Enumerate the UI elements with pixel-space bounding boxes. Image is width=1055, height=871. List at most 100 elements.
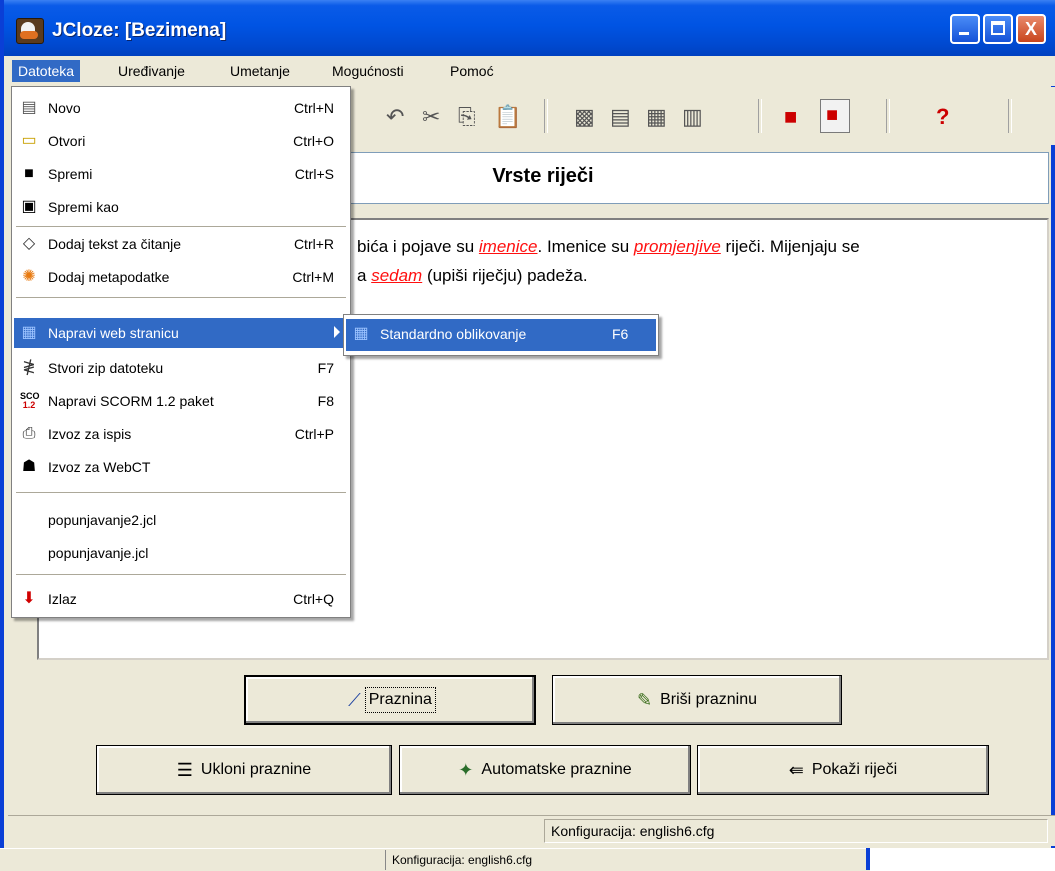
add-text-icon[interactable]: ▩ [574,105,595,129]
toolbar-separator [544,99,548,133]
save-as-icon: ▣ [21,198,37,215]
auto-gaps-button[interactable]: ✦ Automatske praznine [399,745,691,795]
menu-item-spremi-kao[interactable]: ▣ Spremi kao [14,192,348,222]
menu-item-label: Napravi SCORM 1.2 paket [48,393,214,409]
toolbar-separator [758,99,762,133]
save-disk-icon: ■ [24,165,34,182]
menu-item-label: Izvoz za ispis [48,426,132,442]
menu-separator [16,226,346,227]
config-button[interactable]: ■ [820,99,850,133]
web-page-icon[interactable]: ▦ [646,105,667,129]
background-status-bar: Konfiguracija: english6.cfg [0,848,870,871]
paste-icon[interactable]: 📋 [494,105,521,129]
menu-item-dodaj-tekst[interactable]: ◇ Dodaj tekst za čitanje Ctrl+R [14,229,348,259]
menu-item-shortcut: Ctrl+S [294,166,334,182]
webct-icon: ☗ [21,458,37,475]
delete-gap-button[interactable]: ✎ Briši prazninu [552,675,842,725]
menu-item-stvori-zip[interactable]: ≹ Stvori zip datoteku F7 [14,353,348,383]
help-icon[interactable]: ? [936,105,949,129]
menu-item-label: Standardno oblikovanje [380,326,527,342]
clear-gaps-icon: ☰ [176,760,193,780]
gap-button[interactable]: ⟋ Praznina [244,675,536,725]
jcloze-app-icon[interactable] [16,18,44,44]
menu-item-dodaj-metapodatke[interactable]: ✺ Dodaj metapodatke Ctrl+M [14,262,348,292]
title-bar[interactable]: JCloze: [Bezimena] X [4,0,1055,56]
text-segment: . Imenice su [537,237,634,256]
text-segment: a [357,266,372,285]
web-format-icon: ▦ [353,325,369,342]
menu-item-label: popunjavanje.jcl [48,545,149,561]
menu-item-shortcut: Ctrl+R [293,236,334,252]
menu-item-otvori[interactable]: ▭ Otvori Ctrl+O [14,126,348,156]
eraser-icon: ✎ [636,690,653,710]
gap-word[interactable]: imenice [479,237,538,256]
minimize-icon [959,32,969,35]
menu-item-label: Dodaj tekst za čitanje [48,236,182,252]
zip-icon: ≹ [22,359,36,376]
menu-item-shortcut: Ctrl+P [294,426,334,442]
copy-icon[interactable]: ⎘ [458,105,476,129]
file-menu-dropdown: ▤ Novo Ctrl+N ▭ Otvori Ctrl+O ■ Spremi C… [11,86,351,618]
background-status-config: Konfiguracija: english6.cfg [385,850,865,870]
menu-item-label: Stvori zip datoteku [48,360,164,376]
undo-icon[interactable]: ↶ [386,105,404,129]
gap-word[interactable]: sedam [371,266,422,285]
menu-item-label: Dodaj metapodatke [48,269,170,285]
menu-item-label: popunjavanje2.jcl [48,512,157,528]
maximize-button[interactable] [983,14,1013,44]
gap-button-label: Praznina [364,687,436,713]
metadata-icon[interactable]: ▤ [610,105,631,129]
magic-wand-icon: ✦ [458,760,474,780]
menu-bar: Datoteka Uređivanje Umetanje Mogućnosti … [8,56,1055,86]
text-segment: bića i pojave su [357,237,479,256]
menu-item-izvoz-ispis[interactable]: ⎙ Izvoz za ispis Ctrl+P [14,419,348,449]
reading-text-icon: ◇ [22,235,36,252]
submenu-arrow-icon [334,326,340,338]
menu-item-scorm[interactable]: SCO 1.2 Napravi SCORM 1.2 paket F8 [14,386,348,416]
menu-pomoc[interactable]: Pomoć [444,60,500,82]
menu-item-novo[interactable]: ▤ Novo Ctrl+N [14,93,348,123]
menu-item-izlaz[interactable]: ⬇ Izlaz Ctrl+Q [14,584,348,614]
cut-icon[interactable]: ✂ [422,105,440,129]
open-folder-icon: ▭ [21,132,37,149]
menu-item-napravi-web-stranicu[interactable]: ▦ Napravi web stranicu [14,318,348,348]
menu-item-label: Spremi [48,166,93,182]
color-palette-icon[interactable]: ■ [784,105,797,129]
menu-item-recent-file[interactable]: popunjavanje2.jcl [14,505,348,535]
menu-item-label: Izlaz [48,591,77,607]
zip-icon[interactable]: ▥ [682,105,703,129]
menu-item-spremi[interactable]: ■ Spremi Ctrl+S [14,159,348,189]
web-page-submenu: ▦ Standardno oblikovanje F6 [343,314,659,356]
menu-item-izvoz-webct[interactable]: ☗ Izvoz za WebCT [14,452,348,482]
toolbar-separator [1008,99,1012,133]
close-button[interactable]: X [1016,14,1046,44]
menu-separator [16,492,346,493]
gap-word[interactable]: promjenjive [634,237,721,256]
maximize-icon [991,21,1005,35]
status-config: Konfiguracija: english6.cfg [544,819,1048,843]
show-words-button[interactable]: ⇚ Pokaži riječi [697,745,989,795]
menu-uredivanje[interactable]: Uređivanje [112,60,191,82]
menu-umetanje[interactable]: Umetanje [224,60,296,82]
auto-gaps-button-label: Automatske praznine [481,761,632,778]
clear-gaps-button-label: Ukloni praznine [200,761,312,778]
menu-item-shortcut: Ctrl+O [293,133,334,149]
background-window-edge [866,848,870,870]
menu-separator [16,297,346,298]
gap-icon: ⟋ [348,690,361,710]
toolbar-separator [886,99,890,133]
menu-datoteka[interactable]: Datoteka [12,60,81,82]
show-words-button-label: Pokaži riječi [811,761,898,778]
menu-item-recent-file[interactable]: popunjavanje.jcl [14,538,348,568]
metadata-icon: ✺ [22,268,36,285]
minimize-button[interactable] [950,14,980,44]
web-page-icon: ▦ [21,324,37,341]
clear-gaps-button[interactable]: ☰ Ukloni praznine [96,745,392,795]
delete-gap-button-label: Briši prazninu [660,691,758,708]
menu-item-standardno-oblikovanje[interactable]: ▦ Standardno oblikovanje F6 [346,319,656,351]
menu-mogucnosti[interactable]: Mogućnosti [326,60,410,82]
config-icon: ■ [826,104,839,126]
text-segment: (upiši riječju) padeža. [422,266,588,285]
text-segment: riječi. Mijenjaju se [720,237,860,256]
menu-item-label: Otvori [48,133,86,149]
